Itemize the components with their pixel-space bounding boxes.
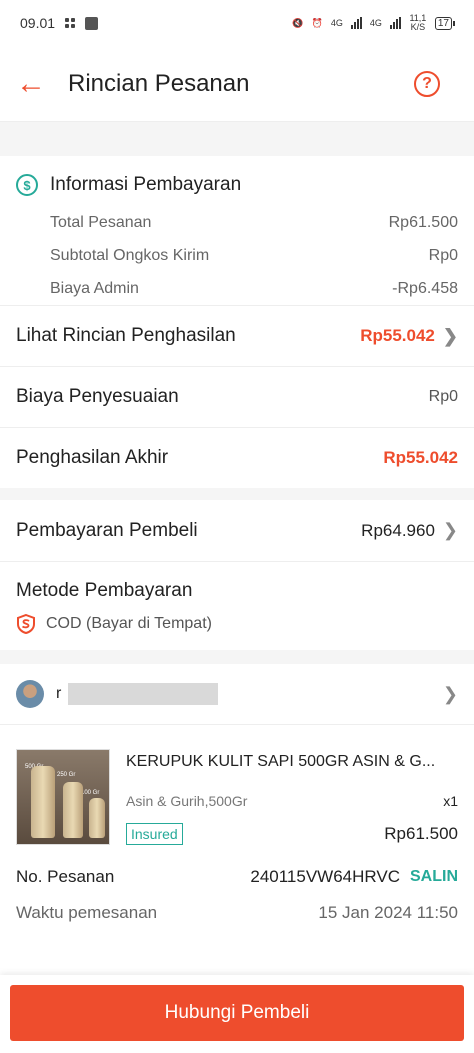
total-order-value: Rp61.500 <box>388 213 458 231</box>
product-thumbnail: 500 Gr 250 Gr 100 Gr <box>16 749 110 845</box>
shipping-label: Subtotal Ongkos Kirim <box>50 246 210 264</box>
back-arrow-icon[interactable]: ← <box>16 68 56 99</box>
product-qty: x1 <box>443 793 458 809</box>
total-order-row: Total Pesanan Rp61.500 <box>0 206 474 239</box>
avatar <box>16 680 44 708</box>
payment-method-title: Metode Pembayaran <box>0 561 474 614</box>
insured-badge: Insured <box>126 823 183 845</box>
jar-small <box>89 798 105 838</box>
chevron-right-icon: ❯ <box>442 325 458 346</box>
buyer-row[interactable]: r ❯ <box>0 664 474 724</box>
section-gap <box>0 122 474 156</box>
income-detail-label: Lihat Rincian Penghasilan <box>16 325 236 346</box>
section-gap <box>0 488 474 500</box>
order-time-row: Waktu pemesanan 15 Jan 2024 11:50 <box>0 895 474 931</box>
buyer-payment-value: Rp64.960 <box>361 520 435 540</box>
net-4g-label: 4G <box>330 18 343 28</box>
payment-method-value: COD (Bayar di Tempat) <box>46 615 212 632</box>
notification-icon <box>85 16 99 30</box>
contact-buyer-button[interactable]: Hubungi Pembeli <box>10 985 464 1041</box>
total-order-label: Total Pesanan <box>50 213 152 231</box>
order-time-value: 15 Jan 2024 11:50 <box>318 903 458 922</box>
alarm-icon: ⏰ <box>311 17 323 28</box>
battery-level: 17 <box>437 17 449 29</box>
buyer-payment-row[interactable]: Pembayaran Pembeli Rp64.960 ❯ <box>0 500 474 561</box>
payment-info-title: Informasi Pembayaran <box>50 174 242 195</box>
shipping-row: Subtotal Ongkos Kirim Rp0 <box>0 239 474 272</box>
battery-icon: 17 <box>434 16 456 30</box>
buyer-payment-label: Pembayaran Pembeli <box>16 519 198 541</box>
chevron-right-icon: ❯ <box>442 683 458 704</box>
copy-button[interactable]: SALIN <box>410 868 458 886</box>
jar-medium <box>63 782 83 838</box>
help-icon[interactable]: ? <box>414 70 440 97</box>
final-income-value: Rp55.042 <box>383 448 458 467</box>
income-detail-value: Rp55.042 <box>360 326 435 345</box>
admin-fee-value: -Rp6.458 <box>392 279 458 297</box>
adjustment-value: Rp0 <box>428 388 458 405</box>
bottom-bar: Hubungi Pembeli <box>0 975 474 1053</box>
product-name: KERUPUK KULIT SAPI 500GR ASIN & G... <box>126 753 436 770</box>
jar-large <box>31 766 55 838</box>
app-bar: ← Rincian Pesanan ? <box>0 46 474 122</box>
chevron-right-icon: ❯ <box>442 520 458 540</box>
speed-label: 11,1 K/S <box>409 13 427 32</box>
admin-fee-label: Biaya Admin <box>50 279 139 297</box>
shipping-value: Rp0 <box>428 246 458 264</box>
buyer-name: r <box>56 685 62 702</box>
product-price: Rp61.500 <box>384 824 458 843</box>
order-number-value: 240115VW64HRVC <box>250 867 400 886</box>
redacted-name-block <box>68 683 218 705</box>
order-number-label: No. Pesanan <box>16 867 115 886</box>
admin-fee-row: Biaya Admin -Rp6.458 <box>0 272 474 305</box>
status-bar: 09.01 🔇 ⏰ 4G 4G 11,1 K/S 17 <box>0 0 474 46</box>
final-income-row: Penghasilan Akhir Rp55.042 <box>0 427 474 488</box>
signal-icon-2 <box>389 17 401 29</box>
dollar-icon: $ <box>16 174 38 196</box>
final-income-label: Penghasilan Akhir <box>16 447 169 468</box>
thumb-label-250: 250 Gr <box>57 772 76 778</box>
signal-icon <box>350 17 362 29</box>
income-detail-row[interactable]: Lihat Rincian Penghasilan Rp55.042 ❯ <box>0 305 474 366</box>
product-variant: Asin & Gurih,500Gr <box>126 793 248 809</box>
section-gap <box>0 650 474 664</box>
adjustment-row: Biaya Penyesuaian Rp0 <box>0 366 474 427</box>
adjustment-label: Biaya Penyesuaian <box>16 386 179 407</box>
payment-info-card: $ Informasi Pembayaran Total Pesanan Rp6… <box>0 156 474 488</box>
apps-grid-icon <box>65 18 76 28</box>
buyer-payment-card: Pembayaran Pembeli Rp64.960 ❯ Metode Pemb… <box>0 500 474 650</box>
order-time-label: Waktu pemesanan <box>16 903 158 922</box>
thumb-label-100: 100 Gr <box>81 790 100 796</box>
status-time: 09.01 <box>20 15 56 31</box>
net-4g-label-2: 4G <box>369 18 382 28</box>
cod-shield-icon <box>17 614 35 634</box>
product-item[interactable]: 500 Gr 250 Gr 100 Gr KERUPUK KULIT SAPI … <box>0 724 474 859</box>
order-number-row: No. Pesanan 240115VW64HRVC SALIN <box>0 859 474 895</box>
page-title: Rincian Pesanan <box>68 69 250 97</box>
mute-icon: 🔇 <box>292 17 304 28</box>
